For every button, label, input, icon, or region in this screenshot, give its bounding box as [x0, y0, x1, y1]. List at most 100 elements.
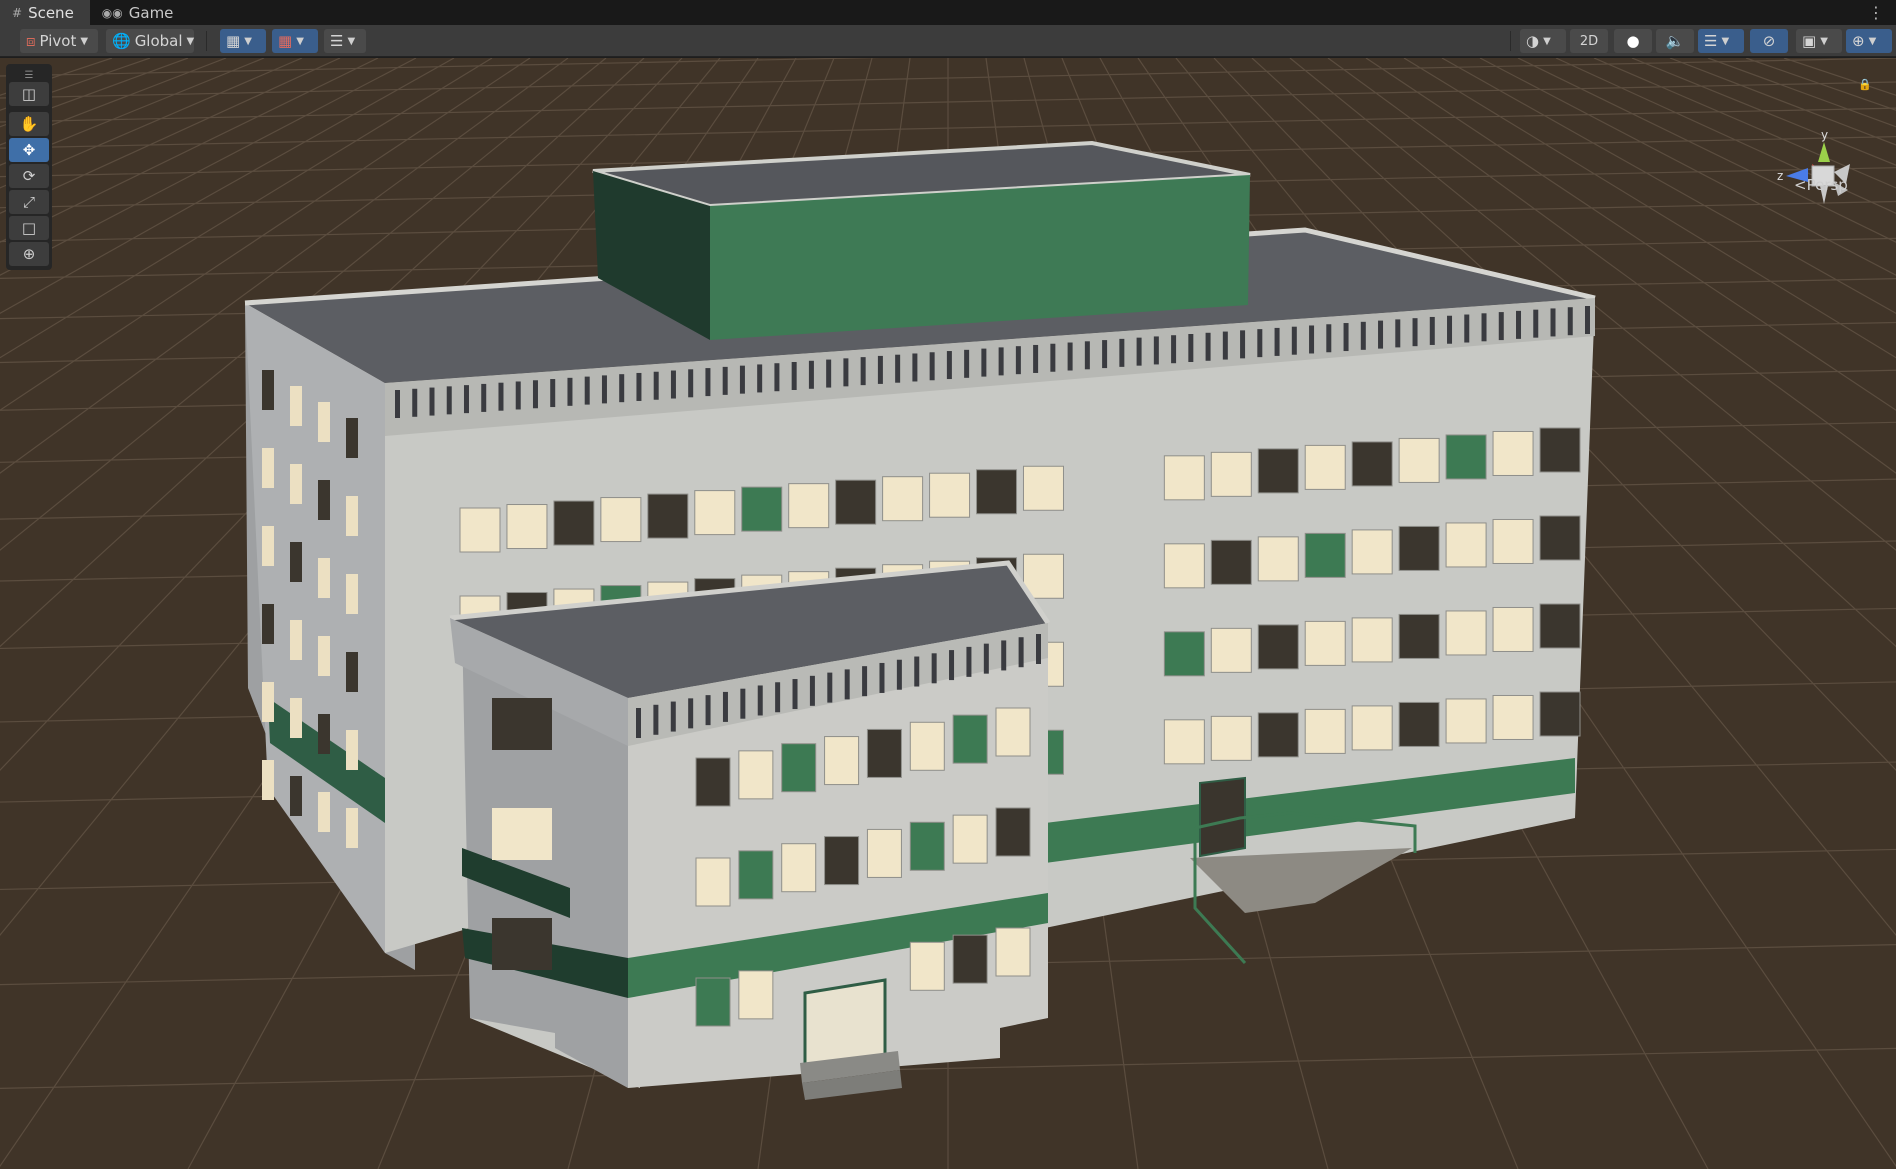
wing-baluster [722, 691, 728, 722]
window [835, 479, 877, 525]
window [929, 472, 971, 518]
effects-dropdown[interactable]: ☰ ▼ [1698, 29, 1744, 53]
wing-baluster [879, 662, 885, 693]
draw-mode-dropdown[interactable]: ◑ ▼ [1520, 29, 1566, 53]
wing-baluster [966, 646, 972, 677]
wing-baluster [653, 704, 659, 735]
align-button[interactable]: ☰ ▼ [324, 29, 366, 53]
cornice-baluster [688, 369, 694, 398]
wing-baluster [1001, 640, 1007, 671]
wing-baluster [983, 643, 989, 674]
window [1210, 715, 1252, 761]
tab-scene[interactable]: # Scene [0, 0, 90, 25]
rect-tool-button[interactable]: □ [9, 216, 49, 240]
cornice-baluster [1550, 308, 1556, 337]
cornice-baluster [1222, 331, 1228, 360]
cornice-baluster [946, 351, 952, 380]
side-window [346, 496, 358, 536]
window [1398, 701, 1440, 747]
gizmos-dropdown[interactable]: ⊕ ▼ [1846, 29, 1892, 53]
side-window [262, 448, 274, 488]
cornice-baluster [757, 364, 763, 393]
grid-snap-button[interactable]: ▦ ▼ [220, 29, 266, 53]
transform-icon: ⊕ [22, 245, 36, 263]
projection-toggle[interactable]: <Persp [1794, 176, 1848, 194]
grid-snap-icon: ▦ [226, 32, 241, 50]
side-window [262, 604, 274, 644]
global-dropdown[interactable]: 🌐 Global ▼ [106, 29, 194, 53]
cornice-baluster [1274, 327, 1280, 356]
window [1210, 539, 1252, 585]
tab-bar: # Scene ◉◉ Game ⋮ [0, 0, 1896, 25]
rotate-icon: ⟳ [22, 167, 36, 185]
pivot-label: Pivot [39, 32, 77, 50]
wing-baluster [1036, 634, 1041, 664]
layers-icon: ☰ [1704, 32, 1718, 50]
wing-baluster [914, 656, 920, 687]
window [1445, 522, 1487, 568]
chevron-down-icon: ▼ [1820, 35, 1828, 47]
cornice-baluster [567, 377, 573, 406]
more-options-icon[interactable]: ⋮ [1868, 3, 1884, 22]
cornice-baluster [584, 376, 590, 405]
gizmo-z-label: z [1777, 169, 1783, 183]
cornice-baluster [1067, 342, 1073, 371]
cornice-baluster [481, 383, 487, 412]
wing-side-window [492, 808, 552, 860]
side-window [290, 386, 302, 426]
toggle-2d-label: 2D [1579, 33, 1599, 49]
transform-tool-button[interactable]: ⊕ [9, 242, 49, 266]
cornice-baluster [739, 365, 745, 394]
window [647, 493, 689, 539]
scene-viewport[interactable]: ☰ ◫ ✋ ✥ ⟳ ⤢ □ ⊕ y z 🔒 <Persp [0, 58, 1896, 1169]
lock-icon[interactable]: 🔒 [1858, 78, 1872, 91]
toggle-2d-button[interactable]: 2D [1570, 29, 1608, 53]
rotate-tool-button[interactable]: ⟳ [9, 164, 49, 188]
chevron-down-icon: ▼ [186, 35, 195, 47]
projection-label: Persp [1806, 176, 1848, 194]
cornice-baluster [722, 366, 728, 395]
chevron-down-icon: ▼ [1721, 35, 1730, 47]
cornice-baluster [1326, 324, 1332, 353]
window [1304, 620, 1346, 666]
wing-window [995, 707, 1031, 757]
grip-handle-icon[interactable]: ☰ [9, 70, 49, 81]
wing-baluster [896, 659, 902, 690]
audio-toggle[interactable]: 🔈 [1656, 29, 1694, 53]
lighting-toggle[interactable]: ● [1614, 29, 1652, 53]
view-tool-button[interactable]: ◫ [9, 82, 49, 106]
side-window [318, 714, 330, 754]
tab-game[interactable]: ◉◉ Game [90, 0, 190, 25]
lightbulb-icon: ● [1626, 32, 1640, 50]
cornice-baluster [826, 359, 832, 388]
cornice-baluster [929, 352, 935, 381]
cornice-baluster [1119, 338, 1125, 367]
scale-tool-button[interactable]: ⤢ [9, 190, 49, 214]
scene-visibility-toggle[interactable]: ⊘ [1750, 29, 1788, 53]
hidden-eye-icon: ⊘ [1762, 32, 1776, 50]
move-tool-button[interactable]: ✥ [9, 138, 49, 162]
side-window [318, 402, 330, 442]
window [1351, 529, 1393, 575]
side-window [346, 730, 358, 770]
cornice-baluster [1533, 309, 1539, 338]
side-window [346, 418, 358, 458]
cornice-baluster [1205, 332, 1211, 361]
window [1539, 427, 1581, 473]
wing-baluster [1018, 637, 1024, 668]
cornice-baluster [601, 375, 607, 404]
cornice-baluster [1378, 320, 1384, 349]
cornice-baluster [1585, 306, 1590, 334]
pivot-icon: ⧈ [26, 32, 36, 50]
side-window [262, 526, 274, 566]
camera-dropdown[interactable]: ▣ ▼ [1796, 29, 1842, 53]
side-window [262, 370, 274, 410]
hand-tool-button[interactable]: ✋ [9, 112, 49, 136]
y-axis-cone[interactable] [1818, 142, 1830, 162]
pivot-dropdown[interactable]: ⧈ Pivot ▼ [20, 29, 98, 53]
increment-snap-button[interactable]: ▦ ▼ [272, 29, 318, 53]
cornice-baluster [877, 355, 883, 384]
wing-window [995, 807, 1031, 857]
chevron-down-icon: ▼ [1543, 35, 1551, 47]
scale-icon: ⤢ [22, 193, 35, 211]
